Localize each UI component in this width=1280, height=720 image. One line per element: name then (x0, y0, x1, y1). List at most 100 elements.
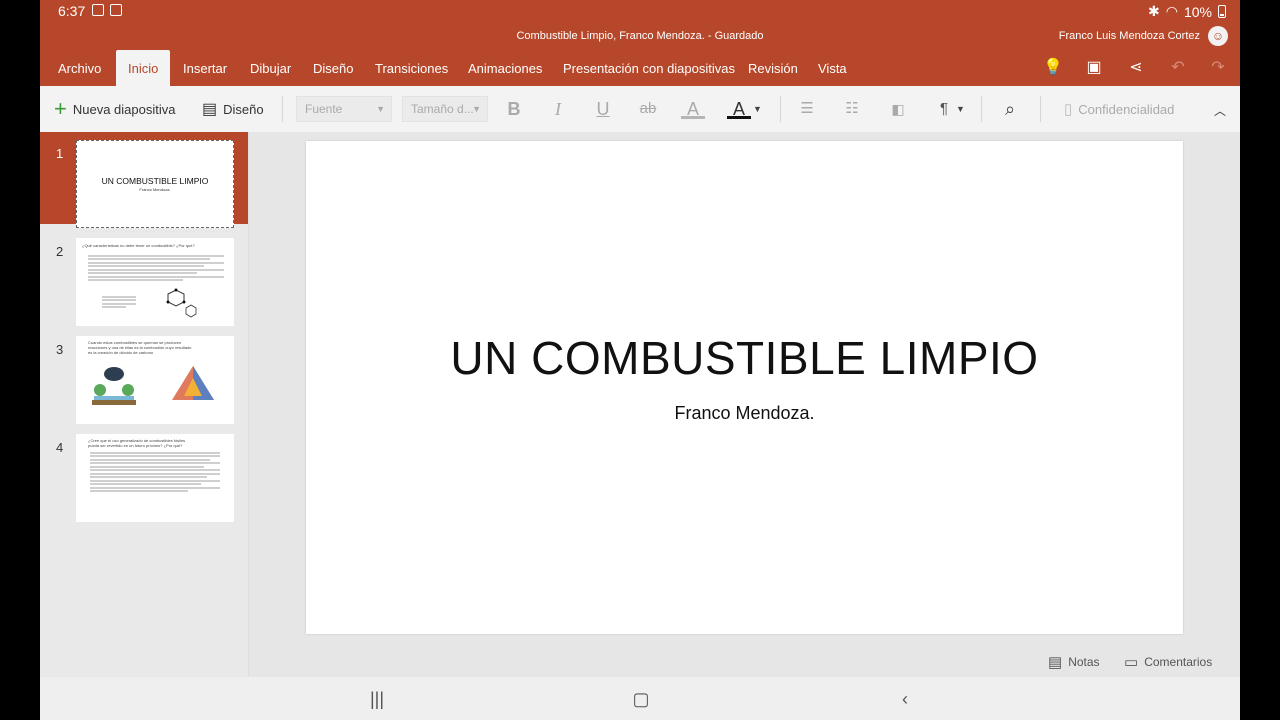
thumbnail-slide-3[interactable]: 3 Cuando estos combustibles se queman se… (40, 328, 248, 424)
battery-icon (1218, 5, 1226, 18)
thumbnail-text-lines (88, 253, 224, 283)
chevron-down-icon: ▼ (376, 104, 385, 114)
screen-record-icon (110, 4, 122, 16)
thumbnail-text-lines (90, 450, 220, 494)
comment-icon: ▭ (1124, 654, 1139, 671)
tab-animaciones[interactable]: Animaciones (456, 50, 554, 86)
font-size-selector[interactable]: Tamaño d... ▼ (402, 96, 488, 122)
slide-thumbnails-pane: 1 UN COMBUSTIBLE LIMPIO Franco Mendoza. … (40, 132, 249, 677)
slide-number: 3 (56, 342, 64, 357)
sensitivity-label: Confidencialidad (1078, 101, 1175, 117)
font-color-icon[interactable]: A (727, 98, 751, 119)
comments-button[interactable]: ▭ Comentarios (1124, 652, 1212, 672)
slide-1[interactable]: UN COMBUSTIBLE LIMPIO Franco Mendoza. (306, 141, 1183, 634)
slide-subtitle[interactable]: Franco Mendoza. (306, 403, 1183, 424)
comments-label: Comentarios (1144, 655, 1213, 669)
thumbnail-title: UN COMBUSTIBLE LIMPIO (101, 176, 209, 186)
thumbnail-slide-2[interactable]: 2 ¿Qué características no debe tener un … (40, 230, 248, 326)
new-slide-label: Nueva diapositiva (72, 101, 176, 117)
slide-editor-canvas: UN COMBUSTIBLE LIMPIO Franco Mendoza. ▤ … (249, 132, 1240, 677)
slide-thumbnail[interactable]: Cuando estos combustibles se queman se p… (76, 336, 234, 424)
avatar[interactable]: ☺ (1208, 26, 1228, 46)
slide-thumbnail[interactable]: ¿Qué características no debe tener un co… (76, 238, 234, 326)
divider (1040, 96, 1041, 122)
document-lock-icon: ▯ (1064, 101, 1073, 118)
underline-icon[interactable]: U (591, 98, 615, 120)
numbering-icon[interactable]: ☷ (840, 98, 864, 120)
redo-icon[interactable]: ↷ (1208, 58, 1228, 78)
collapse-ribbon-icon[interactable]: ︿ (1214, 102, 1226, 119)
chevron-down-icon[interactable]: ▼ (753, 104, 762, 114)
slide-title[interactable]: UN COMBUSTIBLE LIMPIO (306, 331, 1183, 385)
notes-icon: ▤ (1048, 654, 1063, 671)
chevron-down-icon: ▼ (472, 104, 481, 114)
lightbulb-icon[interactable]: 💡 (1043, 58, 1063, 78)
fire-triangle-illustration (172, 366, 214, 400)
thumbnail-slide-4[interactable]: 4 ¿Cree que el uso generalizado de combu… (40, 426, 248, 522)
android-nav-bar: ||| ▢ ‹ (40, 677, 1240, 720)
layout-icon: ▤ (202, 101, 218, 118)
divider (282, 96, 283, 122)
wifi-icon: ◠ (1165, 3, 1178, 19)
search-icon[interactable]: ⌕ (998, 98, 1022, 120)
user-name[interactable]: Franco Luis Mendoza Cortez (1059, 30, 1200, 42)
bold-icon[interactable]: B (502, 98, 526, 120)
notes-label: Notas (1068, 655, 1100, 669)
thumbnail-slide-1[interactable]: 1 UN COMBUSTIBLE LIMPIO Franco Mendoza. (40, 132, 248, 228)
thumbnail-subtitle: Franco Mendoza. (139, 187, 171, 192)
layout-button[interactable]: ▤ Diseño (202, 86, 264, 132)
clock: 6:37 (58, 3, 86, 19)
title-bar: Combustible Limpio, Franco Mendoza. - Gu… (40, 24, 1240, 50)
slide-number: 2 (56, 244, 64, 259)
bluetooth-icon: ✱ (1148, 3, 1160, 19)
tab-archivo[interactable]: Archivo (46, 50, 113, 86)
bullets-icon[interactable]: ☰ (795, 98, 819, 120)
shapes-icon[interactable]: ◧ (886, 98, 910, 120)
thumbnail-heading: Cuando estos combustibles se queman se p… (88, 340, 192, 355)
tab-inicio[interactable]: Inicio (116, 50, 171, 86)
ribbon-toolbar: + Nueva diapositiva ▤ Diseño Fuente ▼ Ta… (40, 86, 1240, 133)
undo-icon[interactable]: ↶ (1168, 58, 1188, 78)
present-icon[interactable]: ▣ (1084, 58, 1104, 78)
tab-vista[interactable]: Vista (806, 50, 859, 86)
font-value: Fuente (305, 102, 343, 116)
tab-insertar[interactable]: Insertar (171, 50, 239, 86)
thumbnail-heading: ¿Qué características no debe tener un co… (82, 243, 195, 248)
tab-transiciones[interactable]: Transiciones (363, 50, 460, 86)
layout-label: Diseño (223, 101, 264, 117)
paragraph-icon[interactable]: ¶ (932, 98, 956, 120)
divider (780, 96, 781, 122)
slide-thumbnail[interactable]: UN COMBUSTIBLE LIMPIO Franco Mendoza. (76, 140, 234, 228)
molecule-diagram (166, 288, 197, 318)
highlight-icon[interactable]: A (681, 98, 705, 119)
chevron-down-icon[interactable]: ▼ (956, 104, 965, 114)
home-icon[interactable]: ▢ (629, 687, 653, 711)
thumbnail-text-block (102, 294, 136, 310)
back-icon[interactable]: ‹ (893, 687, 917, 711)
ribbon-tabs: Archivo Inicio Insertar Dibujar Diseño T… (40, 50, 1240, 86)
recent-apps-icon[interactable]: ||| (365, 687, 389, 711)
tab-diseno[interactable]: Diseño (301, 50, 365, 86)
notes-button[interactable]: ▤ Notas (1048, 652, 1100, 672)
strikethrough-icon[interactable]: ab (636, 98, 660, 120)
sensitivity-button[interactable]: ▯ Confidencialidad (1064, 86, 1174, 132)
thumbnail-heading: ¿Cree que el uso generalizado de combust… (88, 438, 186, 448)
font-size-value: Tamaño d... (411, 102, 474, 116)
slide-thumbnail[interactable]: ¿Cree que el uso generalizado de combust… (76, 434, 234, 522)
share-icon[interactable]: ⋖ (1126, 58, 1146, 78)
divider (981, 96, 982, 122)
slide-number: 4 (56, 440, 64, 455)
app-screen: 6:37 ✱ ◠ 10% Combustible Limpio, Franco … (40, 0, 1240, 720)
new-slide-button[interactable]: + Nueva diapositiva (54, 86, 175, 132)
battery-percent: 10% (1183, 3, 1212, 20)
slide-number: 1 (56, 146, 64, 161)
tab-presentacion[interactable]: Presentación con diapositivas (551, 50, 747, 86)
status-bar: 6:37 ✱ ◠ 10% (40, 0, 1240, 24)
plus-icon: + (54, 96, 67, 121)
tab-dibujar[interactable]: Dibujar (238, 50, 303, 86)
italic-icon[interactable]: I (546, 98, 570, 120)
font-selector[interactable]: Fuente ▼ (296, 96, 392, 122)
tab-revision[interactable]: Revisión (736, 50, 810, 86)
screenshot-icon (92, 4, 104, 16)
co2-cycle-illustration (92, 367, 136, 405)
